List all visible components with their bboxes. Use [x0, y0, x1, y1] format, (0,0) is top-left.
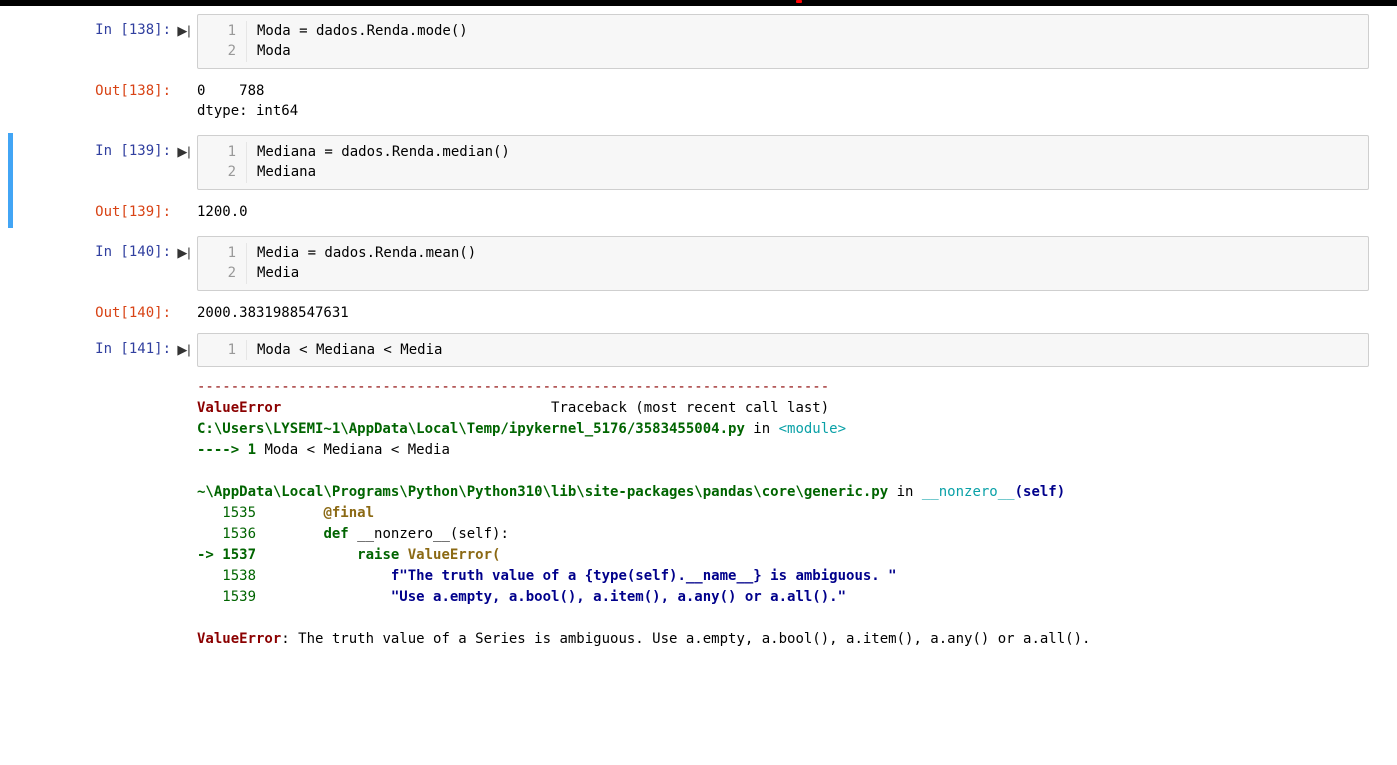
output-cell: Out[140]: 2000.3831988547631	[8, 295, 1389, 329]
output-text: 2000.3831988547631	[197, 297, 1369, 327]
line-number: 2	[198, 41, 247, 61]
code-cell[interactable]: In [138]: ▶| 1 Moda = dados.Renda.mode() …	[8, 12, 1389, 71]
traceback-method: __nonzero__	[922, 484, 1015, 500]
input-prompt: In [140]:	[95, 244, 171, 260]
run-cell-icon[interactable]: ▶|	[177, 145, 190, 158]
line-number: 2	[198, 263, 247, 283]
code-line: Moda = dados.Renda.mode()	[257, 21, 468, 41]
traceback-separator: ----------------------------------------…	[197, 379, 829, 395]
output-text: 1200.0	[197, 196, 1369, 226]
run-cell-icon[interactable]: ▶|	[177, 343, 190, 356]
traceback-arrow: ----> 1	[197, 442, 264, 458]
code-line: Moda < Mediana < Media	[257, 340, 442, 360]
code-line: Media = dados.Renda.mean()	[257, 243, 476, 263]
code-cell[interactable]: In [141]: ▶| 1 Moda < Mediana < Media	[8, 331, 1389, 369]
traceback-header: Traceback (most recent call last)	[551, 400, 829, 416]
output-cell: Out[138]: 0 788 dtype: int64	[8, 73, 1389, 128]
code-cell[interactable]: In [140]: ▶| 1 Media = dados.Renda.mean()…	[8, 234, 1389, 293]
line-number: 1	[198, 21, 247, 41]
run-cell-icon[interactable]: ▶|	[177, 24, 190, 37]
line-number: 1	[198, 243, 247, 263]
output-cell: Out[139]: 1200.0	[13, 194, 1389, 228]
notebook-container: In [138]: ▶| 1 Moda = dados.Renda.mode() …	[0, 6, 1397, 698]
line-number: 1	[198, 142, 247, 162]
code-editor[interactable]: 1 Mediana = dados.Renda.median() 2 Mediana	[197, 135, 1369, 190]
input-prompt: In [138]:	[95, 22, 171, 38]
output-prompt: Out[139]:	[95, 204, 171, 220]
output-prompt: Out[140]:	[95, 305, 171, 321]
code-line: Mediana = dados.Renda.median()	[257, 142, 510, 162]
code-line: Moda	[257, 41, 291, 61]
input-prompt: In [139]:	[95, 143, 171, 159]
error-message: : The truth value of a Series is ambiguo…	[281, 631, 1090, 647]
error-output: ----------------------------------------…	[8, 371, 1389, 656]
run-cell-icon[interactable]: ▶|	[177, 246, 190, 259]
code-line: Mediana	[257, 162, 316, 182]
code-editor[interactable]: 1 Moda = dados.Renda.mode() 2 Moda	[197, 14, 1369, 69]
output-prompt: Out[138]:	[95, 83, 171, 99]
input-prompt: In [141]:	[95, 341, 171, 357]
error-name: ValueError	[197, 631, 281, 647]
traceback-file: C:\Users\LYSEMI~1\AppData\Local\Temp/ipy…	[197, 421, 745, 437]
window-titlebar	[0, 0, 1397, 6]
traceback-module: <module>	[779, 421, 846, 437]
output-text: 0 788 dtype: int64	[197, 75, 1369, 126]
code-editor[interactable]: 1 Moda < Mediana < Media	[197, 333, 1369, 367]
recording-indicator-icon	[796, 0, 802, 3]
line-number: 2	[198, 162, 247, 182]
code-cell[interactable]: In [139]: ▶| 1 Mediana = dados.Renda.medi…	[13, 133, 1389, 192]
code-editor[interactable]: 1 Media = dados.Renda.mean() 2 Media	[197, 236, 1369, 291]
code-line: Media	[257, 263, 299, 283]
error-name: ValueError	[197, 400, 281, 416]
line-number: 1	[198, 340, 247, 360]
traceback-file: ~\AppData\Local\Programs\Python\Python31…	[197, 484, 888, 500]
traceback: ----------------------------------------…	[197, 373, 1369, 654]
